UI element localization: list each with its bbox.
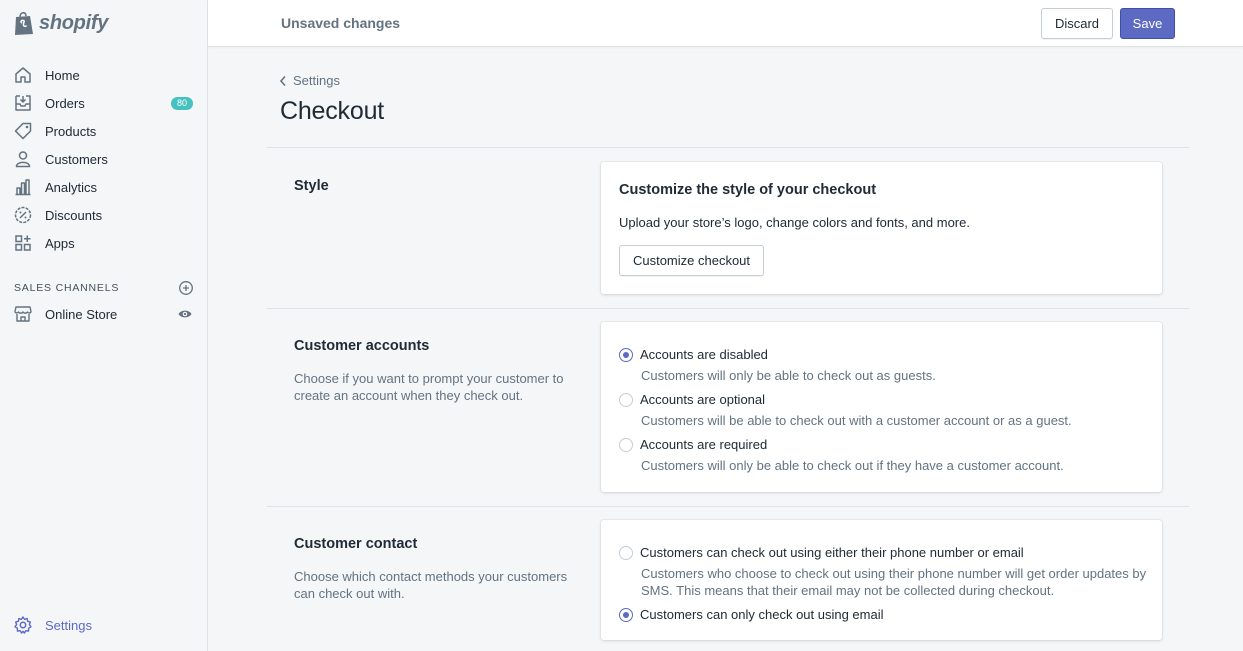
section-divider bbox=[267, 308, 1189, 309]
brand-name: shopify bbox=[39, 11, 109, 34]
discount-icon bbox=[13, 205, 33, 225]
save-button[interactable]: Save bbox=[1120, 8, 1175, 39]
sidebar-item-settings-wrap: Settings bbox=[0, 611, 208, 639]
plus-circle-icon bbox=[179, 281, 193, 295]
home-icon bbox=[13, 65, 33, 85]
orders-count-badge: 80 bbox=[171, 97, 193, 110]
breadcrumb-label: Settings bbox=[293, 73, 340, 88]
breadcrumb[interactable]: Settings bbox=[279, 73, 340, 88]
radio-label: Accounts are optional bbox=[640, 392, 766, 407]
radio-label: Accounts are disabled bbox=[640, 347, 768, 362]
main-nav: Home Orders 80 Products Customers Analyt… bbox=[0, 61, 208, 257]
sidebar-item-discounts[interactable]: Discounts bbox=[0, 201, 208, 229]
radio-button[interactable] bbox=[619, 545, 633, 560]
sidebar-item-customers[interactable]: Customers bbox=[0, 145, 208, 173]
sidebar: shopify Home Orders 80 Products Customer… bbox=[0, 0, 208, 651]
radio-label: Customers can only check out using email bbox=[640, 607, 884, 622]
sales-channels-label: SALES CHANNELS bbox=[14, 282, 120, 294]
section-divider bbox=[267, 147, 1189, 148]
person-icon bbox=[13, 149, 33, 169]
sidebar-item-label: Analytics bbox=[45, 179, 98, 195]
radio-button[interactable] bbox=[619, 347, 633, 362]
sidebar-item-label: Orders bbox=[45, 95, 85, 111]
radio-help-text: Customers who choose to check out using … bbox=[641, 566, 1147, 598]
sidebar-item-label: Settings bbox=[45, 617, 92, 633]
radio-accounts-disabled[interactable]: Accounts are disabled bbox=[619, 347, 768, 362]
contact-card: Customers can check out using either the… bbox=[601, 520, 1162, 640]
sidebar-item-label: Apps bbox=[45, 235, 75, 251]
sidebar-item-label: Discounts bbox=[45, 207, 103, 223]
radio-button[interactable] bbox=[619, 392, 633, 407]
sidebar-item-apps[interactable]: Apps bbox=[0, 229, 208, 257]
sales-channels-heading: SALES CHANNELS bbox=[14, 280, 194, 296]
sidebar-item-products[interactable]: Products bbox=[0, 117, 208, 145]
tag-icon bbox=[13, 121, 33, 141]
sidebar-item-settings[interactable]: Settings bbox=[0, 611, 208, 639]
radio-accounts-optional[interactable]: Accounts are optional bbox=[619, 392, 765, 407]
page-title: Checkout bbox=[280, 97, 385, 125]
radio-label: Accounts are required bbox=[640, 437, 768, 452]
radio-contact-phone-or-email[interactable]: Customers can check out using either the… bbox=[619, 545, 1024, 560]
gear-icon bbox=[13, 615, 33, 635]
store-icon bbox=[13, 304, 33, 324]
orders-icon bbox=[13, 93, 33, 113]
radio-help-text: Customers will only be able to check out… bbox=[641, 458, 1064, 473]
chevron-left-icon bbox=[279, 75, 286, 86]
radio-button[interactable] bbox=[619, 437, 633, 452]
accounts-section-description: Choose if you want to prompt your custom… bbox=[294, 371, 564, 403]
radio-label: Customers can check out using either the… bbox=[640, 545, 1024, 560]
bar-chart-icon bbox=[13, 177, 33, 197]
contact-section-title: Customer contact bbox=[294, 536, 418, 552]
section-divider bbox=[267, 506, 1189, 507]
accounts-section-title: Customer accounts bbox=[294, 338, 430, 354]
style-section-title: Style bbox=[294, 178, 329, 194]
style-card-text: Upload your store’s logo, change colors … bbox=[619, 215, 970, 230]
radio-contact-email-only[interactable]: Customers can only check out using email bbox=[619, 607, 884, 622]
accounts-card: Accounts are disabled Customers will onl… bbox=[601, 322, 1162, 492]
sidebar-item-home[interactable]: Home bbox=[0, 61, 208, 89]
radio-help-text: Customers will be able to check out with… bbox=[641, 413, 1072, 428]
style-card: Customize the style of your checkout Upl… bbox=[601, 162, 1162, 294]
customize-checkout-button[interactable]: Customize checkout bbox=[619, 245, 764, 276]
radio-help-text: Customers will only be able to check out… bbox=[641, 368, 936, 383]
style-card-title: Customize the style of your checkout bbox=[619, 182, 877, 198]
add-channel-button[interactable] bbox=[178, 280, 194, 296]
sidebar-item-label: Online Store bbox=[45, 306, 118, 322]
contact-section-description: Choose which contact methods your custom… bbox=[294, 569, 568, 601]
shopping-bag-icon bbox=[15, 11, 33, 35]
shopify-logo[interactable]: shopify bbox=[13, 8, 108, 38]
sidebar-item-label: Home bbox=[45, 67, 80, 83]
eye-icon bbox=[178, 310, 192, 318]
apps-icon bbox=[13, 233, 33, 253]
contextual-save-bar: Unsaved changes Discard Save bbox=[208, 0, 1243, 47]
view-online-store-button[interactable] bbox=[177, 306, 193, 322]
sidebar-item-label: Products bbox=[45, 123, 97, 139]
sidebar-item-label: Customers bbox=[45, 151, 108, 167]
unsaved-changes-text: Unsaved changes bbox=[281, 15, 401, 31]
radio-accounts-required[interactable]: Accounts are required bbox=[619, 437, 767, 452]
radio-button[interactable] bbox=[619, 607, 633, 622]
discard-button[interactable]: Discard bbox=[1041, 8, 1113, 39]
sidebar-item-analytics[interactable]: Analytics bbox=[0, 173, 208, 201]
sidebar-item-orders[interactable]: Orders 80 bbox=[0, 89, 208, 117]
sidebar-item-online-store-wrap: Online Store bbox=[0, 300, 208, 328]
